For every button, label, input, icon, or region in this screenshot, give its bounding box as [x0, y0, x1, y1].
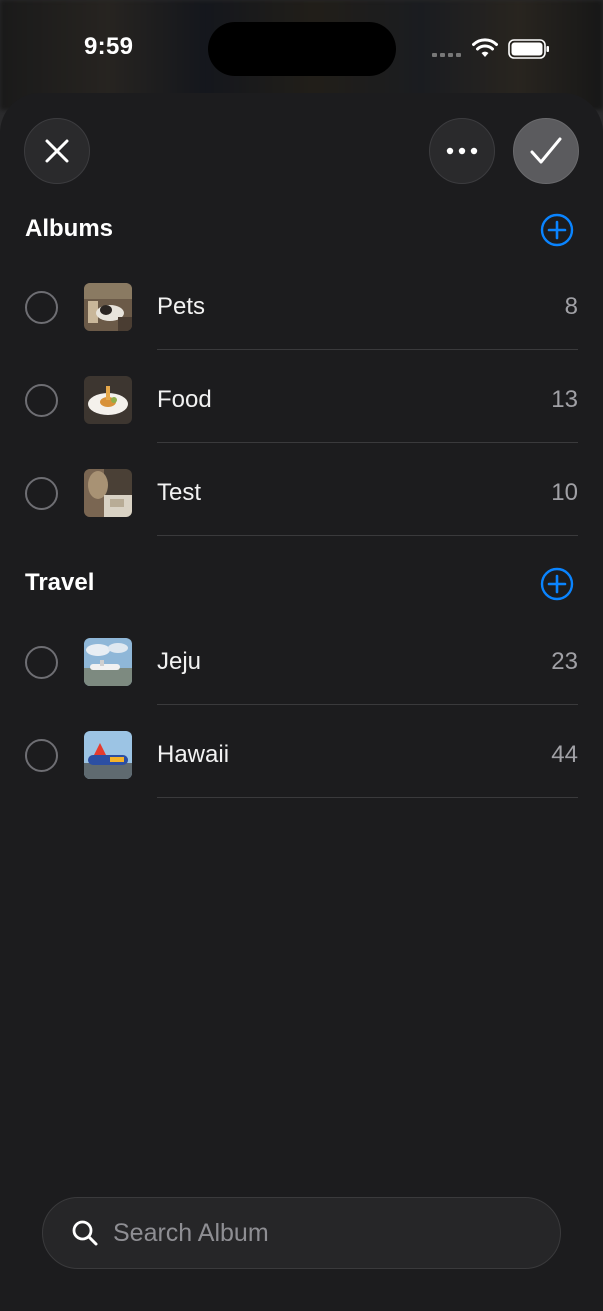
album-thumbnail: [84, 731, 132, 779]
album-name: Pets: [157, 293, 206, 320]
close-button[interactable]: [24, 118, 90, 184]
album-count: 10: [551, 479, 578, 506]
album-count: 8: [564, 293, 578, 320]
wifi-icon: [472, 38, 498, 57]
album-picker-sheet: Albums Pets 8 Food 13 Test 10 Travel Jej…: [0, 93, 603, 1311]
search-icon: [72, 1220, 98, 1246]
search-input[interactable]: [113, 1198, 533, 1268]
divider: [157, 535, 578, 536]
dynamic-island: [208, 22, 396, 76]
selection-radio[interactable]: [25, 291, 58, 324]
album-name: Hawaii: [157, 741, 230, 768]
album-thumbnail: [84, 638, 132, 686]
album-row-pets[interactable]: Pets 8: [0, 257, 603, 350]
status-bar: 9:59: [0, 0, 603, 95]
selection-radio[interactable]: [25, 646, 58, 679]
album-thumbnail: [84, 283, 132, 331]
album-thumbnail: [84, 469, 132, 517]
ellipsis-icon: [446, 147, 478, 155]
cellular-signal-icon: [432, 53, 461, 57]
album-name: Food: [157, 386, 212, 413]
album-count: 13: [551, 386, 578, 413]
album-row-test[interactable]: Test 10: [0, 443, 603, 536]
selection-radio[interactable]: [25, 477, 58, 510]
plus-circle-icon[interactable]: [540, 213, 574, 247]
section-title: Travel: [25, 569, 95, 596]
search-bar[interactable]: [42, 1197, 561, 1269]
album-row-jeju[interactable]: Jeju 23: [0, 612, 603, 705]
album-row-hawaii[interactable]: Hawaii 44: [0, 705, 603, 798]
album-name: Jeju: [157, 648, 202, 675]
album-thumbnail: [84, 376, 132, 424]
section-header-albums: Albums: [25, 209, 578, 249]
status-time: 9:59: [84, 33, 134, 60]
divider: [157, 797, 578, 798]
section-header-travel: Travel: [25, 563, 578, 603]
album-count: 23: [551, 648, 578, 675]
more-options-button[interactable]: [429, 118, 495, 184]
section-title: Albums: [25, 215, 114, 242]
album-count: 44: [551, 741, 578, 768]
album-name: Test: [157, 479, 202, 506]
plus-circle-icon[interactable]: [540, 567, 574, 601]
battery-icon: [508, 39, 549, 59]
checkmark-icon: [530, 137, 562, 164]
confirm-button[interactable]: [513, 118, 579, 184]
selection-radio[interactable]: [25, 384, 58, 417]
album-row-food[interactable]: Food 13: [0, 350, 603, 443]
close-icon: [45, 139, 69, 163]
selection-radio[interactable]: [25, 739, 58, 772]
